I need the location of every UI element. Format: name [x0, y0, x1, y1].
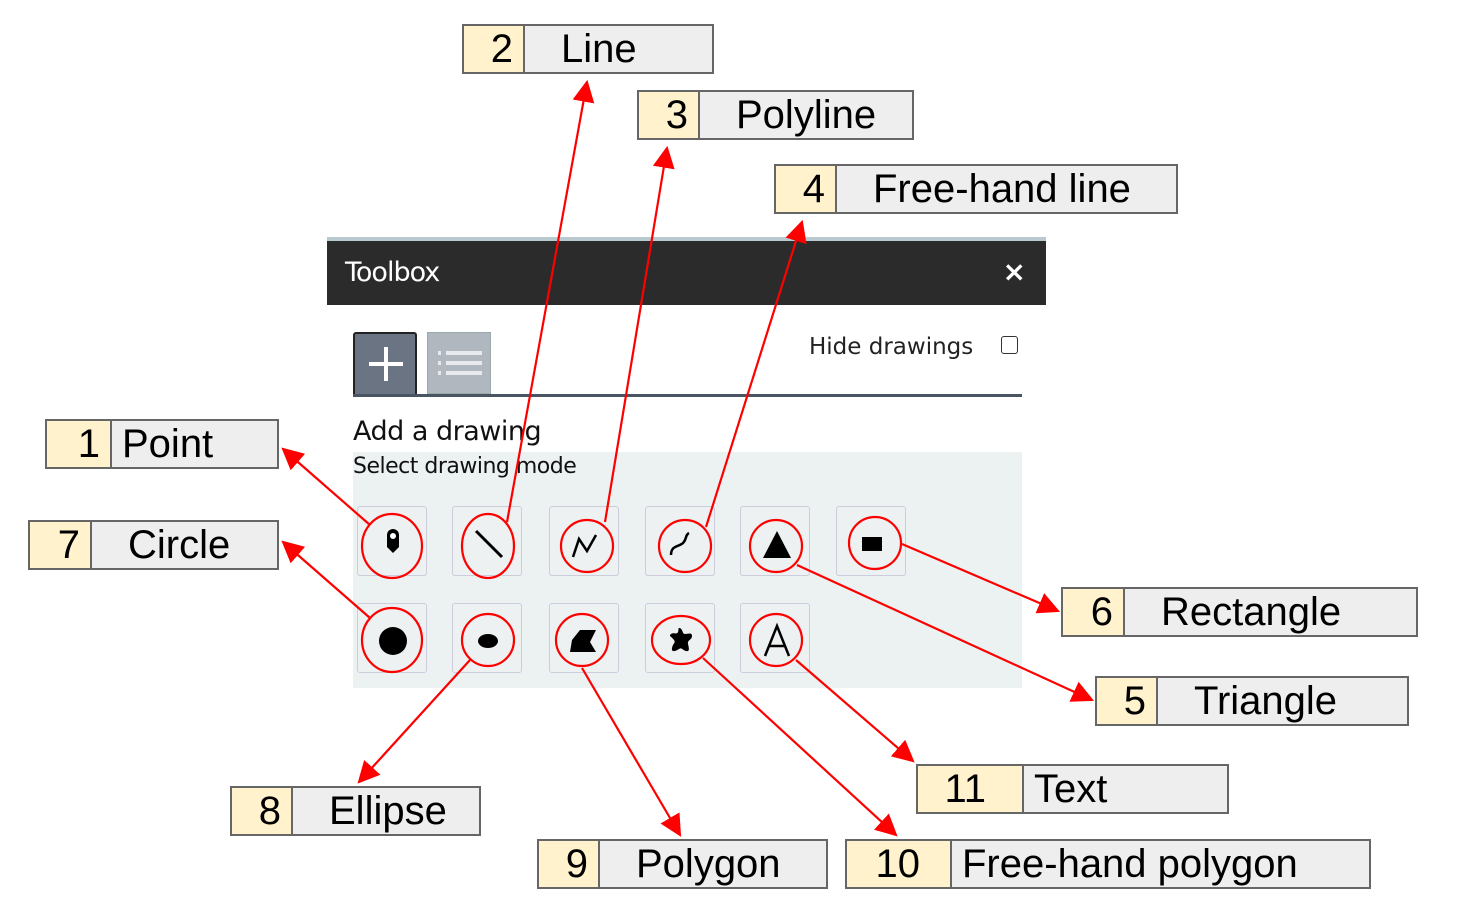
polygon-icon [570, 630, 596, 652]
tab-drawing-list[interactable] [427, 332, 491, 394]
callout-number: 10 [847, 841, 952, 887]
tool-point-button[interactable] [357, 506, 427, 576]
toolbox-title: Toolbox [345, 257, 440, 288]
callout-label: Polyline [736, 92, 877, 137]
callout-3: 3 Polyline [637, 90, 914, 140]
callout-number: 5 [1097, 678, 1158, 724]
callout-number: 8 [232, 788, 293, 834]
callout-number: 11 [918, 766, 1024, 812]
callout-label: Rectangle [1161, 589, 1342, 634]
circle-icon [379, 627, 407, 655]
tool-freehand-line-button[interactable] [645, 506, 715, 576]
tool-polygon-button[interactable] [549, 603, 619, 673]
tab-underline [353, 394, 1022, 397]
line-icon [474, 529, 504, 559]
tool-triangle-button[interactable] [740, 506, 810, 576]
callout-label: Free-hand polygon [962, 841, 1298, 886]
hide-drawings-checkbox[interactable] [1001, 336, 1018, 354]
close-icon[interactable]: × [1003, 255, 1026, 288]
tool-ellipse-button[interactable] [452, 603, 522, 673]
tool-line-button[interactable] [452, 506, 522, 576]
callout-1: 1 Point [45, 419, 279, 469]
callout-number: 4 [776, 166, 837, 212]
callout-number: 3 [639, 92, 700, 138]
list-icon [438, 351, 482, 375]
add-drawing-heading: Add a drawing [353, 416, 542, 447]
callout-5: 5 Triangle [1095, 676, 1409, 726]
callout-number: 7 [30, 522, 92, 568]
polyline-icon [571, 534, 598, 558]
toolbox-header: Toolbox × [327, 241, 1046, 305]
callout-label: Point [122, 421, 214, 466]
hide-drawings-label: Hide drawings [809, 334, 974, 360]
callout-label: Text [1034, 766, 1108, 811]
callout-6: 6 Rectangle [1061, 587, 1418, 637]
freehand-polygon-icon [669, 628, 692, 652]
callout-number: 6 [1063, 589, 1125, 635]
callout-number: 1 [47, 421, 112, 467]
callout-10: 10 Free-hand polygon [845, 839, 1371, 889]
triangle-icon [763, 531, 791, 558]
tool-text-button[interactable] [740, 603, 810, 673]
select-mode-label: Select drawing mode [353, 454, 577, 479]
callout-8: 8 Ellipse [230, 786, 481, 836]
plus-icon [369, 347, 403, 381]
arrow-9 [581, 667, 682, 837]
rectangle-icon [862, 537, 882, 551]
callout-number: 2 [464, 26, 525, 72]
callout-label: Circle [128, 522, 231, 567]
callout-2: 2 Line [462, 24, 714, 74]
callout-number: 9 [539, 841, 600, 887]
tool-freehand-polygon-button[interactable] [645, 603, 715, 673]
map-pin-icon [387, 529, 399, 553]
callout-label: Free-hand line [873, 166, 1131, 211]
tool-rectangle-button[interactable] [836, 506, 906, 576]
callout-label: Line [561, 26, 637, 71]
callout-label: Triangle [1194, 678, 1338, 723]
callout-7: 7 Circle [28, 520, 279, 570]
callout-label: Ellipse [329, 788, 447, 833]
callout-9: 9 Polygon [537, 839, 828, 889]
callout-4: 4 Free-hand line [774, 164, 1178, 214]
callout-11: 11 Text [916, 764, 1229, 814]
tool-circle-button[interactable] [357, 603, 427, 673]
callout-label: Polygon [636, 841, 781, 886]
text-icon [763, 622, 791, 657]
tool-polyline-button[interactable] [549, 506, 619, 576]
tab-add-drawing[interactable] [353, 332, 417, 394]
ellipse-icon [478, 634, 498, 648]
freehand-line-icon [669, 531, 690, 556]
